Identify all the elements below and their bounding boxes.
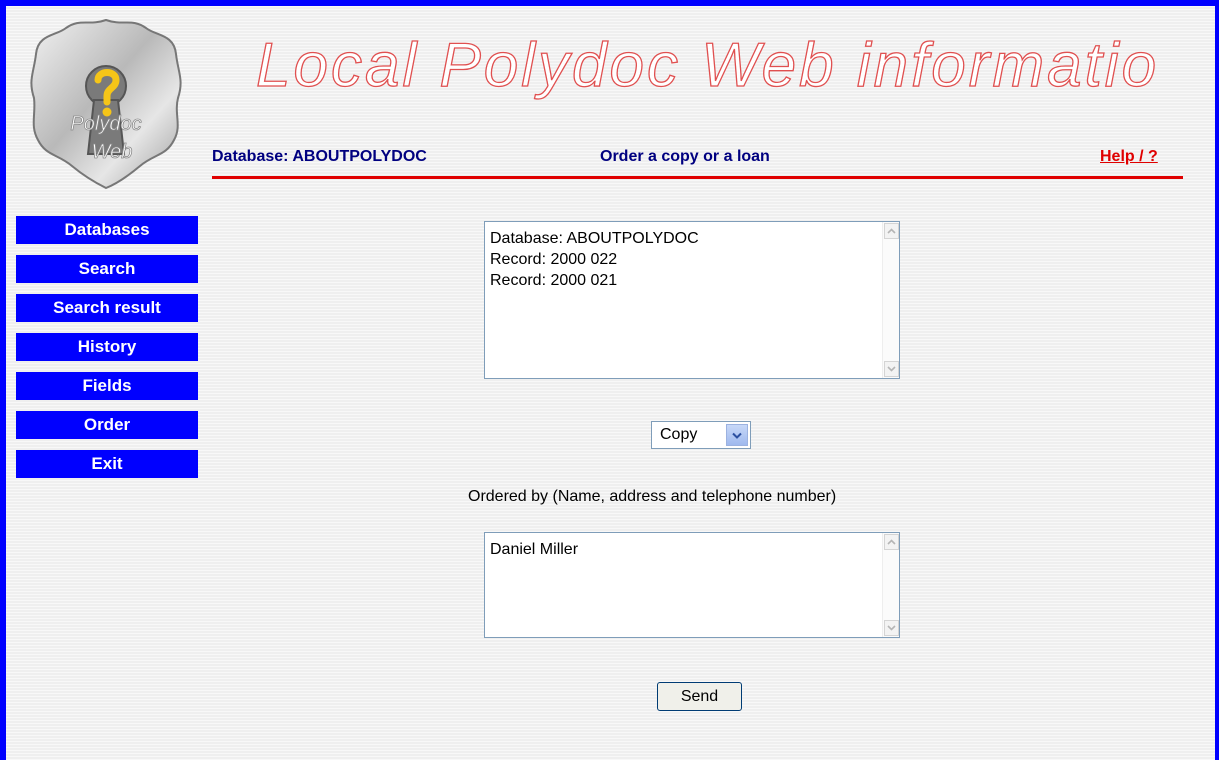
order-type-value: Copy [660, 426, 698, 443]
page-frame: Polydoc Web Local Polydoc Web informatio… [6, 6, 1215, 760]
sidebar-item-order[interactable]: Order [16, 411, 198, 439]
scroll-down-button[interactable] [884, 620, 899, 636]
sidebar-item-exit[interactable]: Exit [16, 450, 198, 478]
records-textarea[interactable]: Database: ABOUTPOLYDOC Record: 2000 022 … [484, 221, 900, 379]
sidebar-item-search[interactable]: Search [16, 255, 198, 283]
chevron-down-icon [887, 366, 896, 372]
records-content: Database: ABOUTPOLYDOC Record: 2000 022 … [490, 228, 699, 291]
page-title: Order a copy or a loan [600, 148, 770, 165]
chevron-up-icon [887, 228, 896, 234]
records-scrollbar[interactable] [882, 222, 899, 378]
ordered-by-scrollbar[interactable] [882, 533, 899, 637]
scroll-up-button[interactable] [884, 223, 899, 239]
logo-text-line2: Web [92, 141, 133, 163]
ordered-by-content: Daniel Miller [490, 541, 579, 558]
site-title-text: Local Polydoc Web information [256, 31, 1156, 100]
chevron-down-icon [887, 625, 896, 631]
polydoc-logo: Polydoc Web [28, 14, 184, 190]
scroll-down-button[interactable] [884, 361, 899, 377]
sidebar-item-fields[interactable]: Fields [16, 372, 198, 400]
sidebar-item-databases[interactable]: Databases [16, 216, 198, 244]
send-button[interactable]: Send [657, 682, 742, 711]
ordered-by-label: Ordered by (Name, address and telephone … [468, 488, 837, 505]
records-line: Record: 2000 021 [490, 272, 618, 289]
logo-emblem-icon: Polydoc Web [30, 18, 182, 190]
records-line: Database: ABOUTPOLYDOC [490, 230, 699, 247]
order-type-select[interactable]: Copy [651, 421, 751, 449]
header-divider [212, 176, 1183, 179]
sidebar-menu: Databases Search Search result History F… [16, 216, 198, 489]
site-title: Local Polydoc Web information [256, 30, 1156, 100]
chevron-up-icon [887, 539, 896, 545]
logo-text-line1: Polydoc [70, 113, 141, 135]
sidebar-item-search-result[interactable]: Search result [16, 294, 198, 322]
chevron-down-icon [732, 432, 742, 439]
scroll-up-button[interactable] [884, 534, 899, 550]
database-label: Database: ABOUTPOLYDOC [212, 148, 427, 165]
select-arrow-button[interactable] [726, 424, 748, 446]
sidebar-item-history[interactable]: History [16, 333, 198, 361]
help-link[interactable]: Help / ? [1100, 148, 1158, 166]
records-line: Record: 2000 022 [490, 251, 618, 268]
ordered-by-textarea[interactable]: Daniel Miller [484, 532, 900, 638]
